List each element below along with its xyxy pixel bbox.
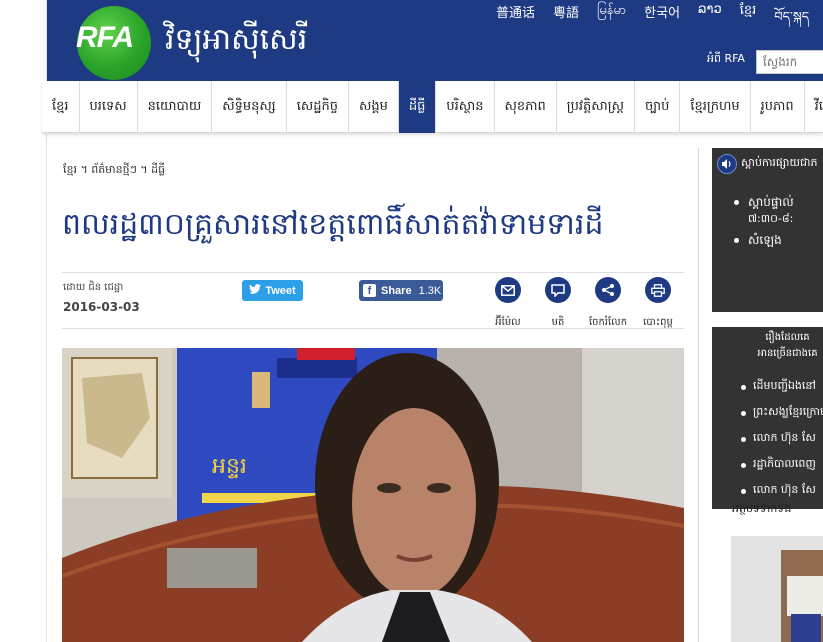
svg-text:អន្ទរ: អន្ទរ	[212, 454, 247, 479]
site-header: RFA វិទ្យុអាស៊ីសេរី 普通话 粵語 မြန်မာ 한국어 ລາ…	[47, 0, 823, 81]
byline: ដោយ ជិន ជេដ្ឋា	[63, 282, 124, 293]
lang-link-tibetan[interactable]: བོད་སྐད	[765, 2, 818, 39]
nav-item-khmer-rouge[interactable]: ខ្មែរក្រហម	[680, 81, 751, 133]
nav-item-law[interactable]: ច្បាប់	[635, 81, 681, 133]
rfa-logo-text[interactable]: RFA	[76, 21, 134, 55]
listen-item-audio[interactable]: សំឡេង	[734, 232, 794, 250]
main-nav: ខ្មែរ បរទេស នយោបាយ សិទ្ធិមនុស្ស សេដ្ឋកិច…	[42, 81, 823, 133]
share-label: Share	[381, 284, 412, 297]
comment-tool[interactable]: មតិ	[533, 277, 583, 330]
listen-item-label: សំឡេង	[748, 233, 782, 247]
related-articles-label: អត្ថបទទាក់ទង	[732, 502, 792, 515]
tweet-label: Tweet	[265, 284, 296, 297]
listen-widget-header[interactable]: ស្ដាប់ការផ្សាយជាភ	[717, 154, 817, 174]
nav-item-politics[interactable]: នយោបាយ	[138, 81, 213, 133]
most-read-list: ដើមបញ្ជីឯងនៅ ព្រះសង្ឃខ្មែរក្រោម លោក ហ៊ុន…	[740, 379, 823, 509]
most-read-header: រឿងដែលគេ អានច្រើនជាងគេ	[712, 327, 823, 362]
nav-item-land[interactable]: ដីធ្លី	[398, 81, 437, 133]
sidebar-divider	[698, 148, 699, 642]
page-gutter	[0, 0, 47, 642]
site-name[interactable]: វិទ្យុអាស៊ីសេរី	[165, 20, 307, 64]
article-headline: ពលរដ្ឋ៣០គ្រួសារនៅខេត្តពោធិ៍សាត់តវ៉ាទាមទា…	[62, 207, 604, 242]
language-bar: 普通话 粵語 မြန်မာ 한국어 ລາວ ខ្មែរ བོད་སྐད	[487, 2, 818, 39]
most-read-item[interactable]: ព្រះសង្ឃខ្មែរក្រោម	[740, 405, 823, 431]
facebook-share-button[interactable]: f Share 1.3K	[359, 280, 443, 301]
most-read-item[interactable]: ដើមបញ្ជីឯងនៅ	[740, 379, 823, 405]
article-photo-illustration: អន្ទរ	[62, 348, 684, 642]
listen-item-time: ៧:៣០-៨:	[748, 212, 794, 225]
lang-link-korean[interactable]: 한국어	[635, 2, 689, 39]
most-read-item[interactable]: លោក ហ៊ុន សែ	[740, 431, 823, 457]
lang-link-lao[interactable]: ລາວ	[689, 2, 731, 39]
facebook-icon: f	[363, 284, 376, 297]
tweet-button[interactable]: Tweet	[242, 280, 303, 301]
nav-item-human-rights[interactable]: សិទ្ធិមនុស្ស	[212, 81, 287, 133]
lang-link-burmese[interactable]: မြန်မာ	[588, 2, 635, 39]
share-count: 1.3K	[418, 284, 442, 297]
share-icon	[595, 277, 621, 303]
most-read-widget: រឿងដែលគេ អានច្រើនជាងគេ ដើមបញ្ជីឯងនៅ ព្រះ…	[712, 327, 823, 509]
lang-link-cantonese[interactable]: 粵語	[544, 2, 588, 39]
related-thumbnail-illustration	[731, 536, 823, 642]
nav-item-health[interactable]: សុខភាព	[495, 81, 557, 133]
nav-item-video[interactable]: វីដេអូ	[805, 81, 823, 133]
comment-icon	[545, 277, 571, 303]
nav-item-society[interactable]: សង្គម	[349, 81, 399, 133]
nav-item-economy[interactable]: សេដ្ឋកិច្ច	[287, 81, 349, 133]
lang-link-khmer[interactable]: ខ្មែរ	[731, 2, 766, 39]
listen-list: ស្ដាប់ផ្ទាល់ ៧:៣០-៨: សំឡេង	[734, 194, 794, 254]
share-tool[interactable]: ចែករំលែក	[583, 277, 633, 330]
nav-item-environment[interactable]: បរិស្ថាន	[436, 81, 495, 133]
about-rfa-link[interactable]: អំពី RFA	[707, 52, 745, 68]
nav-item-photos[interactable]: រូបភាព	[751, 81, 805, 133]
lang-link-mandarin[interactable]: 普通话	[487, 2, 544, 39]
twitter-bird-icon	[249, 284, 262, 297]
listen-item-label: ស្ដាប់ផ្ទាល់	[748, 195, 794, 209]
nav-item-khmer[interactable]: ខ្មែរ	[42, 81, 80, 133]
related-article-thumbnail[interactable]	[731, 536, 823, 642]
listen-widget: ស្ដាប់ការផ្សាយជាភ ស្ដាប់ផ្ទាល់ ៧:៣០-៨: ស…	[712, 148, 823, 312]
print-icon	[645, 277, 671, 303]
most-read-item[interactable]: រដ្ឋាភិបាលពេញ	[740, 457, 823, 483]
email-icon	[495, 277, 521, 303]
email-tool[interactable]: អ៊ីម៉ែល	[483, 277, 533, 330]
most-read-title-line2: អានច្រើនជាងគេ	[757, 348, 818, 359]
divider	[62, 328, 684, 329]
listen-item-live[interactable]: ស្ដាប់ផ្ទាល់ ៧:៣០-៨:	[734, 194, 794, 228]
most-read-title-line1: រឿងដែលគេ	[765, 332, 810, 343]
article-photo[interactable]: អន្ទរ	[62, 348, 684, 642]
nav-item-international[interactable]: បរទេស	[80, 81, 138, 133]
divider	[62, 272, 684, 273]
nav-item-history[interactable]: ប្រវត្តិសាស្ត្រ	[557, 81, 636, 133]
speaker-icon	[717, 154, 737, 174]
publish-date: 2016-03-03	[63, 300, 140, 314]
print-tool[interactable]: បោះពុម្ព	[633, 277, 683, 330]
breadcrumb[interactable]: ខ្មែរ ។ ព័ត៌មានថ្មីៗ ។ ដីធ្លី	[63, 163, 165, 179]
search-input[interactable]	[756, 50, 823, 74]
listen-widget-title: ស្ដាប់ការផ្សាយជាភ	[741, 156, 818, 169]
